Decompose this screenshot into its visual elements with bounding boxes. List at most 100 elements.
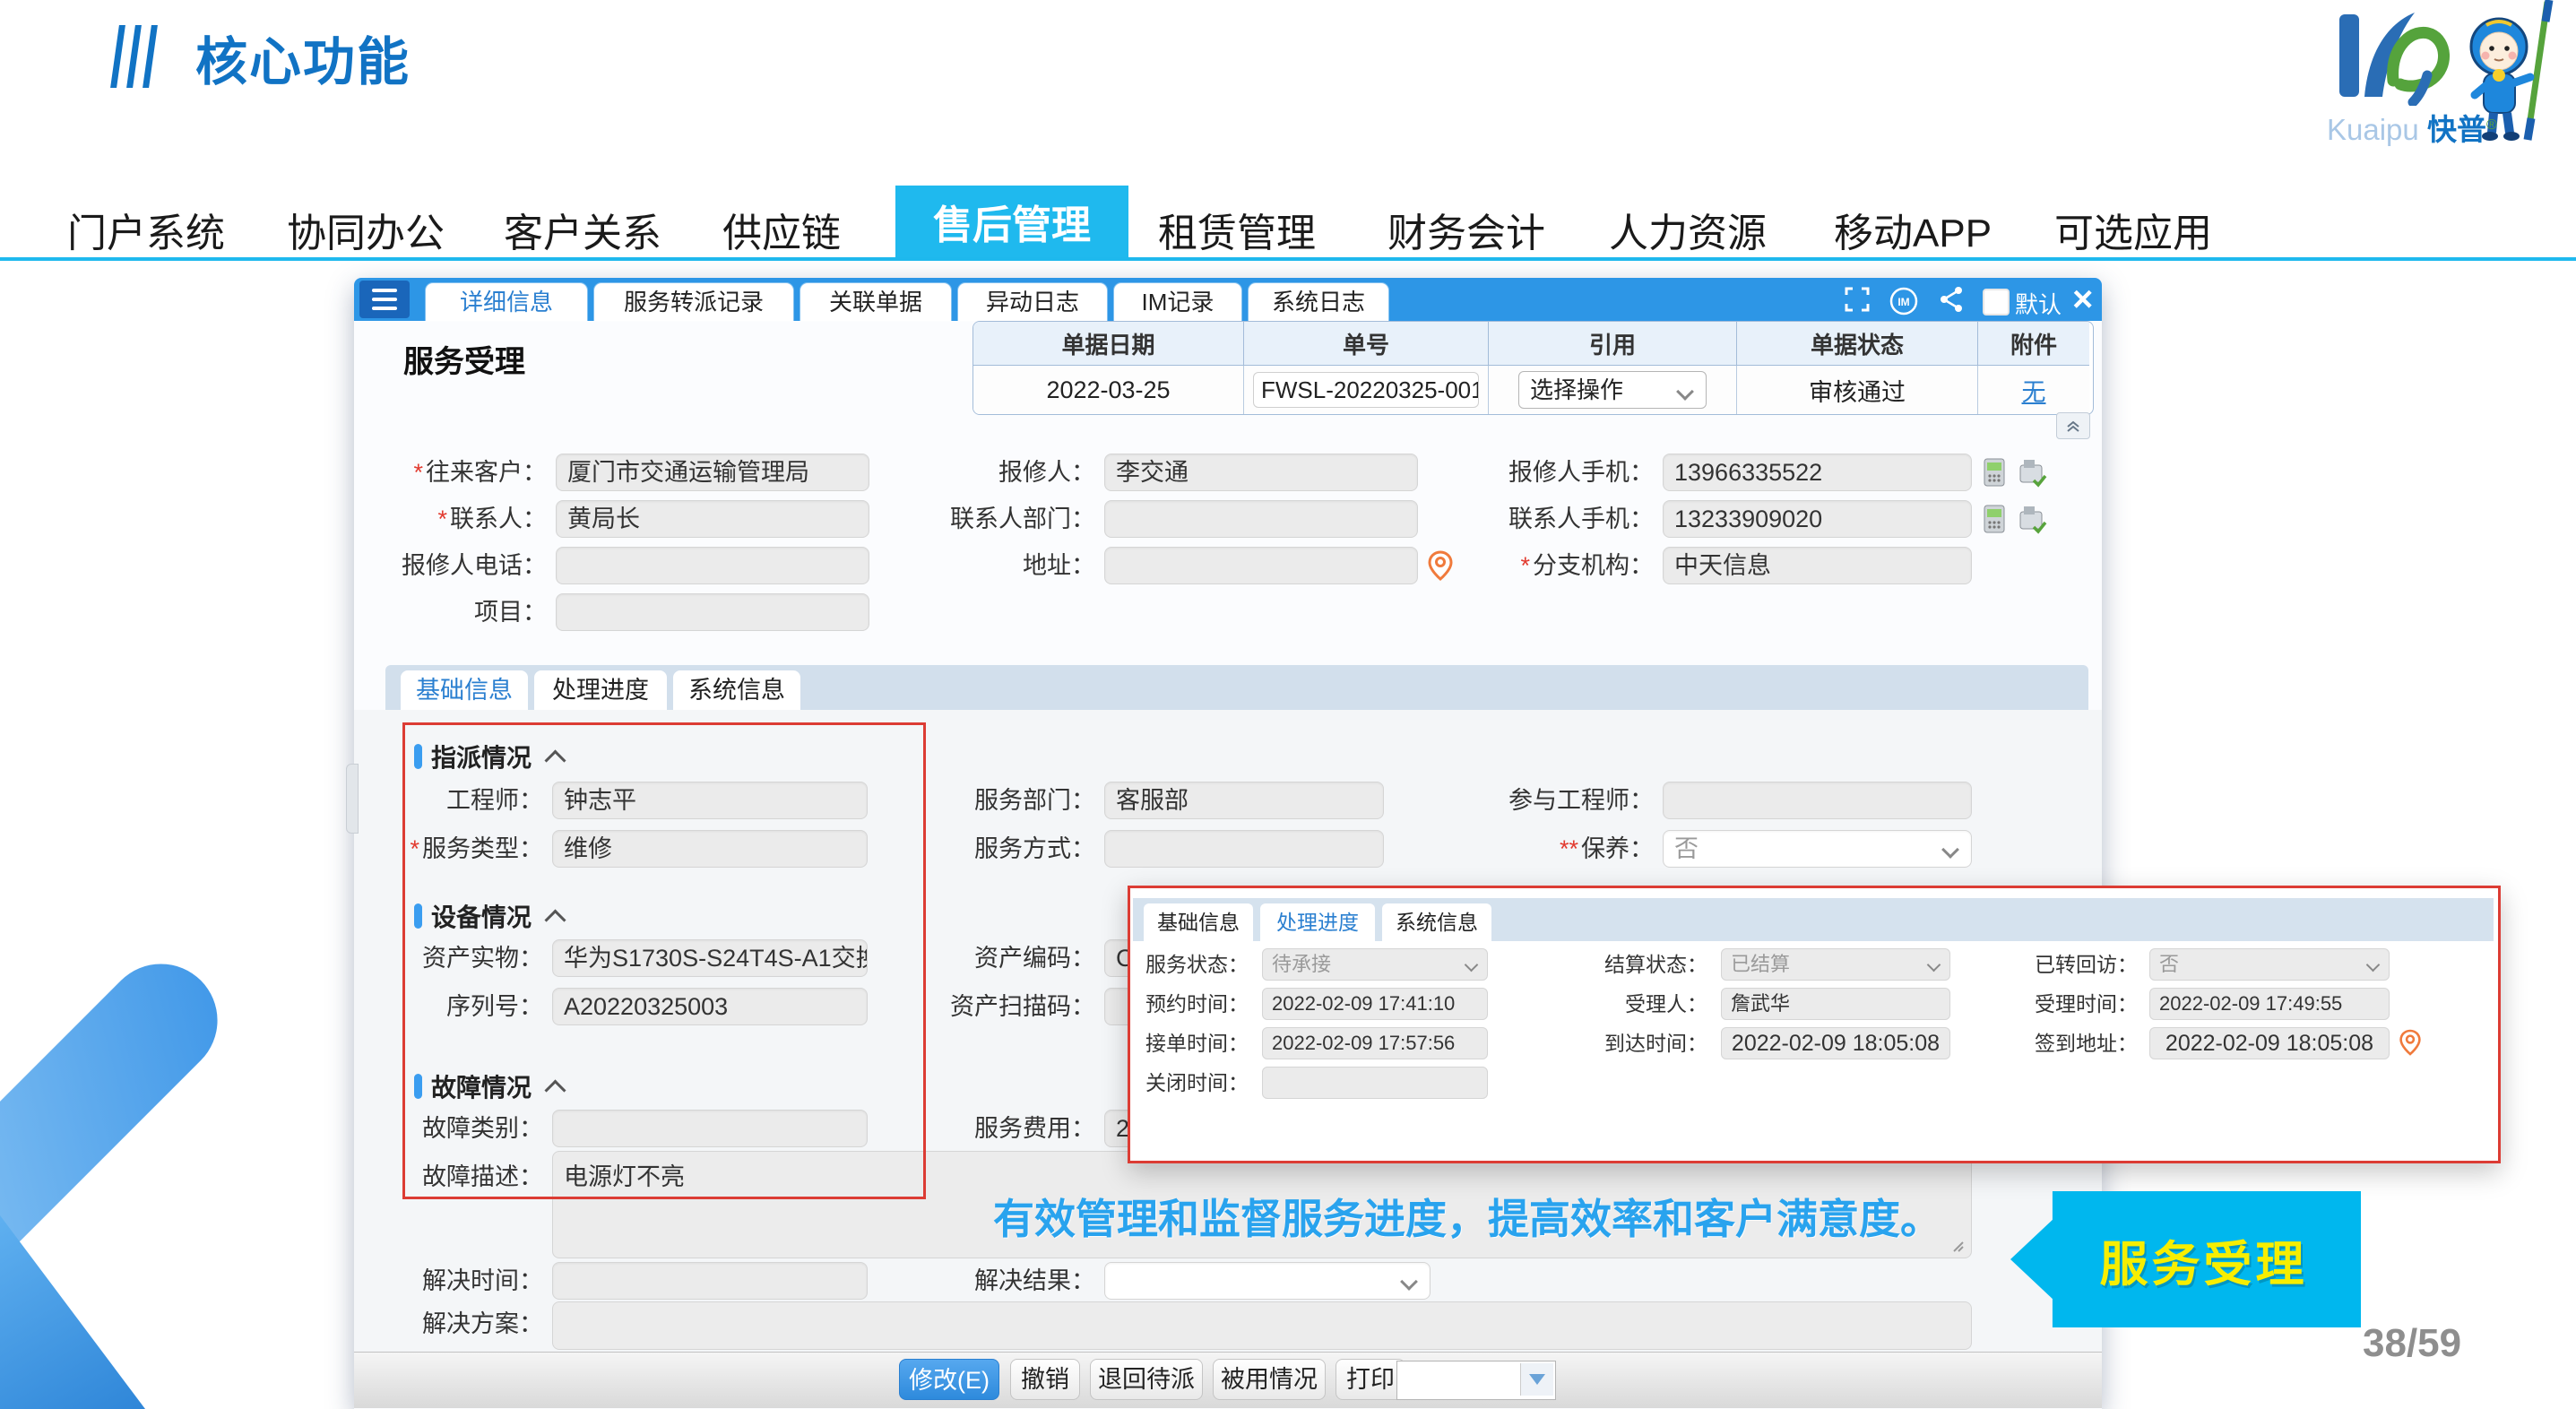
project-input[interactable] — [556, 593, 869, 631]
nav-item-optional[interactable]: 可选应用 — [2054, 201, 2212, 258]
contact-mobile-label: 联系人手机： — [1385, 500, 1654, 538]
banner-label: 服务受理 — [2100, 1224, 2308, 1295]
co-engineer-input[interactable] — [1663, 782, 1972, 819]
popup-tab-progress[interactable]: 处理进度 — [1260, 903, 1375, 941]
tab-change-log[interactable]: 异动日志 — [958, 283, 1107, 321]
nav-item-mobile[interactable]: 移动APP — [1834, 201, 1992, 258]
nav-item-scm[interactable]: 供应链 — [722, 201, 841, 258]
nav-item-portal[interactable]: 门户系统 — [67, 201, 225, 258]
fax-send-icon[interactable] — [2018, 504, 2047, 534]
menu-hamburger-icon[interactable] — [359, 281, 410, 318]
solve-plan-label: 解决方案： — [274, 1305, 543, 1343]
reporter-mobile-input[interactable]: 13966335522 — [1663, 454, 1972, 491]
contact-input[interactable]: 黄局长 — [556, 500, 869, 538]
im-icon[interactable]: IM — [1888, 285, 1920, 317]
caption-text: 有效管理和监督服务进度，提高效率和客户满意度。 — [993, 1187, 1941, 1246]
address-input[interactable] — [1104, 547, 1418, 584]
contact-dept-input[interactable] — [1104, 500, 1418, 538]
col-header-status: 单据状态 — [1737, 322, 1978, 366]
close-time-input[interactable] — [1262, 1067, 1488, 1099]
popup-tab-basic[interactable]: 基础信息 — [1144, 903, 1253, 941]
accept-time-input[interactable]: 2022-02-09 17:49:55 — [2149, 988, 2390, 1020]
reporter-input[interactable]: 李交通 — [1104, 454, 1418, 491]
default-checkbox[interactable] — [1983, 289, 2010, 316]
service-mode-input[interactable] — [1104, 830, 1384, 868]
print-button[interactable]: 打印 — [1336, 1359, 1405, 1400]
settle-status-select[interactable]: 已结算 — [1721, 948, 1950, 981]
tab-system-log[interactable]: 系统日志 — [1249, 283, 1388, 321]
doc-number-input[interactable]: FWSL-20220325-001 — [1253, 372, 1479, 408]
double-chevron-up-icon — [2065, 419, 2081, 433]
location-pin-icon[interactable] — [2399, 1029, 2422, 1056]
contact-mobile-input[interactable]: 13233909020 — [1663, 500, 1972, 538]
logo-latin: Kuaipu — [2327, 113, 2419, 146]
settle-status-value: 已结算 — [1731, 953, 1790, 975]
inner-tab-progress[interactable]: 处理进度 — [534, 670, 667, 710]
order-time-input[interactable]: 2022-02-09 17:57:56 — [1262, 1027, 1488, 1059]
reporter-phone-input[interactable] — [556, 547, 869, 584]
chevron-down-icon — [1676, 383, 1694, 401]
tab-im-record[interactable]: IM记录 — [1114, 283, 1241, 321]
branch-label: 分支机构： — [1385, 547, 1654, 584]
doc-header-table: 单据日期 单号 引用 单据状态 附件 2022-03-25 FWSL-20220… — [972, 321, 2094, 415]
fullscreen-icon[interactable] — [1843, 285, 1871, 314]
decor-capsule — [0, 940, 241, 1305]
maintain-label: 保养： — [1385, 830, 1654, 868]
nav-item-hr[interactable]: 人力资源 — [1609, 201, 1767, 258]
inner-tab-basic[interactable]: 基础信息 — [401, 670, 528, 710]
handler-input[interactable]: 詹武华 — [1721, 988, 1950, 1020]
dropdown-arrow-icon — [1520, 1363, 1553, 1396]
attachment-link[interactable]: 无 — [2022, 373, 2046, 408]
phone-icon[interactable] — [1983, 504, 2008, 534]
solve-result-select[interactable] — [1104, 1262, 1431, 1300]
signin-address-input[interactable]: 2022-02-09 18:05:08 — [2149, 1027, 2390, 1059]
arrive-time-input[interactable]: 2022-02-09 18:05:08 — [1721, 1027, 1950, 1059]
decor-triangle — [0, 1215, 145, 1409]
col-header-attach: 附件 — [1978, 322, 2089, 366]
popup-tab-system[interactable]: 系统信息 — [1382, 903, 1491, 941]
revisit-select[interactable]: 否 — [2149, 948, 2390, 981]
solve-result-label: 解决结果： — [826, 1262, 1095, 1300]
revisit-label: 已转回访： — [1994, 948, 2138, 981]
branch-input[interactable]: 中天信息 — [1663, 547, 1972, 584]
customer-input[interactable]: 厦门市交通运输管理局 — [556, 454, 869, 491]
phone-icon[interactable] — [1983, 457, 2008, 488]
nav-item-oa[interactable]: 协同办公 — [287, 201, 445, 258]
toolbar-select[interactable] — [1396, 1361, 1556, 1400]
ref-action-select[interactable]: 选择操作 — [1518, 371, 1707, 409]
service-status-select[interactable]: 待承接 — [1262, 948, 1488, 981]
resize-handle-icon[interactable] — [1950, 1239, 1965, 1253]
chevron-down-icon — [2366, 958, 2381, 972]
handler-label: 受理人： — [1564, 988, 1707, 1020]
nav-item-finance[interactable]: 财务会计 — [1387, 201, 1545, 258]
close-icon[interactable]: × — [2072, 280, 2093, 319]
maintain-select[interactable]: 否 — [1663, 830, 1972, 868]
reporter-label: 报修人： — [826, 454, 1095, 491]
solve-time-input[interactable] — [552, 1262, 868, 1300]
inner-tab-system[interactable]: 系统信息 — [673, 670, 800, 710]
usage-button[interactable]: 被用情况 — [1213, 1359, 1326, 1400]
tab-transfer-record[interactable]: 服务转派记录 — [594, 283, 793, 321]
share-icon[interactable] — [1938, 285, 1965, 314]
service-dept-input[interactable]: 客服部 — [1104, 782, 1384, 819]
nav-item-lease[interactable]: 租赁管理 — [1158, 201, 1316, 258]
chevron-down-icon — [1941, 841, 1959, 859]
undo-button[interactable]: 撤销 — [1010, 1359, 1080, 1400]
solve-plan-textarea[interactable] — [552, 1301, 1972, 1350]
reporter-mobile-label: 报修人手机： — [1385, 454, 1654, 491]
order-time-label: 接单时间： — [1105, 1027, 1249, 1059]
return-button[interactable]: 退回待派 — [1090, 1359, 1203, 1400]
tab-related-docs[interactable]: 关联单据 — [800, 283, 951, 321]
service-status-label: 服务状态： — [1105, 948, 1249, 981]
ref-action-value: 选择操作 — [1530, 376, 1623, 403]
modify-button[interactable]: 修改(E) — [899, 1359, 999, 1400]
default-checkbox-label: 默认 — [2015, 287, 2062, 320]
fax-send-icon[interactable] — [2018, 457, 2047, 488]
nav-item-aftersale-active[interactable]: 售后管理 — [895, 186, 1128, 257]
solve-time-label: 解决时间： — [274, 1262, 543, 1300]
collapse-toggle[interactable] — [2056, 412, 2090, 439]
nav-item-crm[interactable]: 客户关系 — [504, 201, 661, 258]
tab-detail-info[interactable]: 详细信息 — [426, 283, 587, 321]
chevron-down-icon — [1465, 958, 1479, 972]
appoint-time-input[interactable]: 2022-02-09 17:41:10 — [1262, 988, 1488, 1020]
